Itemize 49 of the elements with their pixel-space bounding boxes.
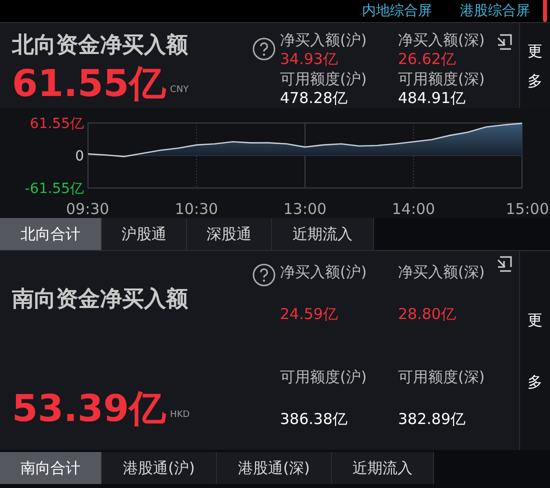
- tab[interactable]: 深股通: [187, 218, 272, 250]
- stat-label: 可用额度(深): [398, 368, 485, 387]
- x-tick-label: 13:00: [283, 200, 327, 218]
- y-tick-label: 0: [75, 148, 84, 164]
- stat-value: 26.62亿: [398, 50, 456, 69]
- stat-value: 34.93亿: [280, 50, 338, 69]
- nav-link[interactable]: 内地综合屏: [362, 0, 432, 22]
- stat-label: 净买入额(深): [398, 263, 485, 282]
- stat-label: 净买入额(深): [398, 31, 485, 50]
- x-tick-label: 09:30: [66, 200, 110, 218]
- popout-icon[interactable]: [495, 255, 513, 273]
- net-amount: 61.55亿: [12, 63, 166, 105]
- tab[interactable]: 沪股通: [102, 218, 187, 250]
- stat-value: 484.91亿: [398, 88, 466, 108]
- stat-label: 净买入额(沪): [280, 31, 367, 50]
- tab[interactable]: 北向合计: [0, 218, 102, 250]
- panel-title: 南向资金净买入额: [12, 286, 189, 314]
- help-icon[interactable]: [252, 37, 276, 61]
- x-tick-label: 10:30: [174, 200, 218, 218]
- currency-label: CNY: [170, 84, 189, 96]
- stat-label: 可用额度(深): [398, 70, 485, 88]
- grid-line: [304, 122, 306, 188]
- tab[interactable]: 港股通(深): [217, 452, 332, 484]
- x-tick-label: 14:00: [392, 200, 436, 218]
- tab[interactable]: 近期流入: [272, 218, 374, 250]
- currency-label: HKD: [170, 408, 190, 422]
- stat-value: 24.59亿: [280, 305, 338, 324]
- stat-value: 28.80亿: [398, 305, 456, 324]
- stat-value: 386.38亿: [280, 410, 348, 429]
- stat-label: 可用额度(沪): [280, 70, 367, 88]
- nav-link[interactable]: 港股综合屏: [460, 0, 530, 22]
- y-tick-label: -61.55亿: [24, 181, 84, 197]
- popout-icon[interactable]: [495, 33, 513, 51]
- tab[interactable]: 港股通(沪): [102, 452, 217, 484]
- tab[interactable]: 近期流入: [332, 452, 434, 484]
- tab[interactable]: 南向合计: [0, 452, 102, 484]
- grid-line: [196, 122, 197, 188]
- stat-value: 478.28亿: [280, 88, 348, 108]
- more-button[interactable]: 更 多: [519, 251, 550, 450]
- stat-value: 382.89亿: [398, 410, 466, 429]
- net-amount: 53.39亿: [12, 388, 166, 430]
- x-tick-label: 15:00: [506, 200, 549, 218]
- stat-label: 可用额度(沪): [280, 368, 367, 387]
- panel-title: 北向资金净买入额: [12, 32, 189, 60]
- help-icon[interactable]: [252, 263, 276, 287]
- scrollbar-thumb[interactable]: [543, 0, 547, 22]
- stat-label: 净买入额(沪): [280, 263, 367, 282]
- more-button[interactable]: 更 多: [519, 23, 550, 108]
- y-tick-label: 61.55亿: [30, 116, 84, 132]
